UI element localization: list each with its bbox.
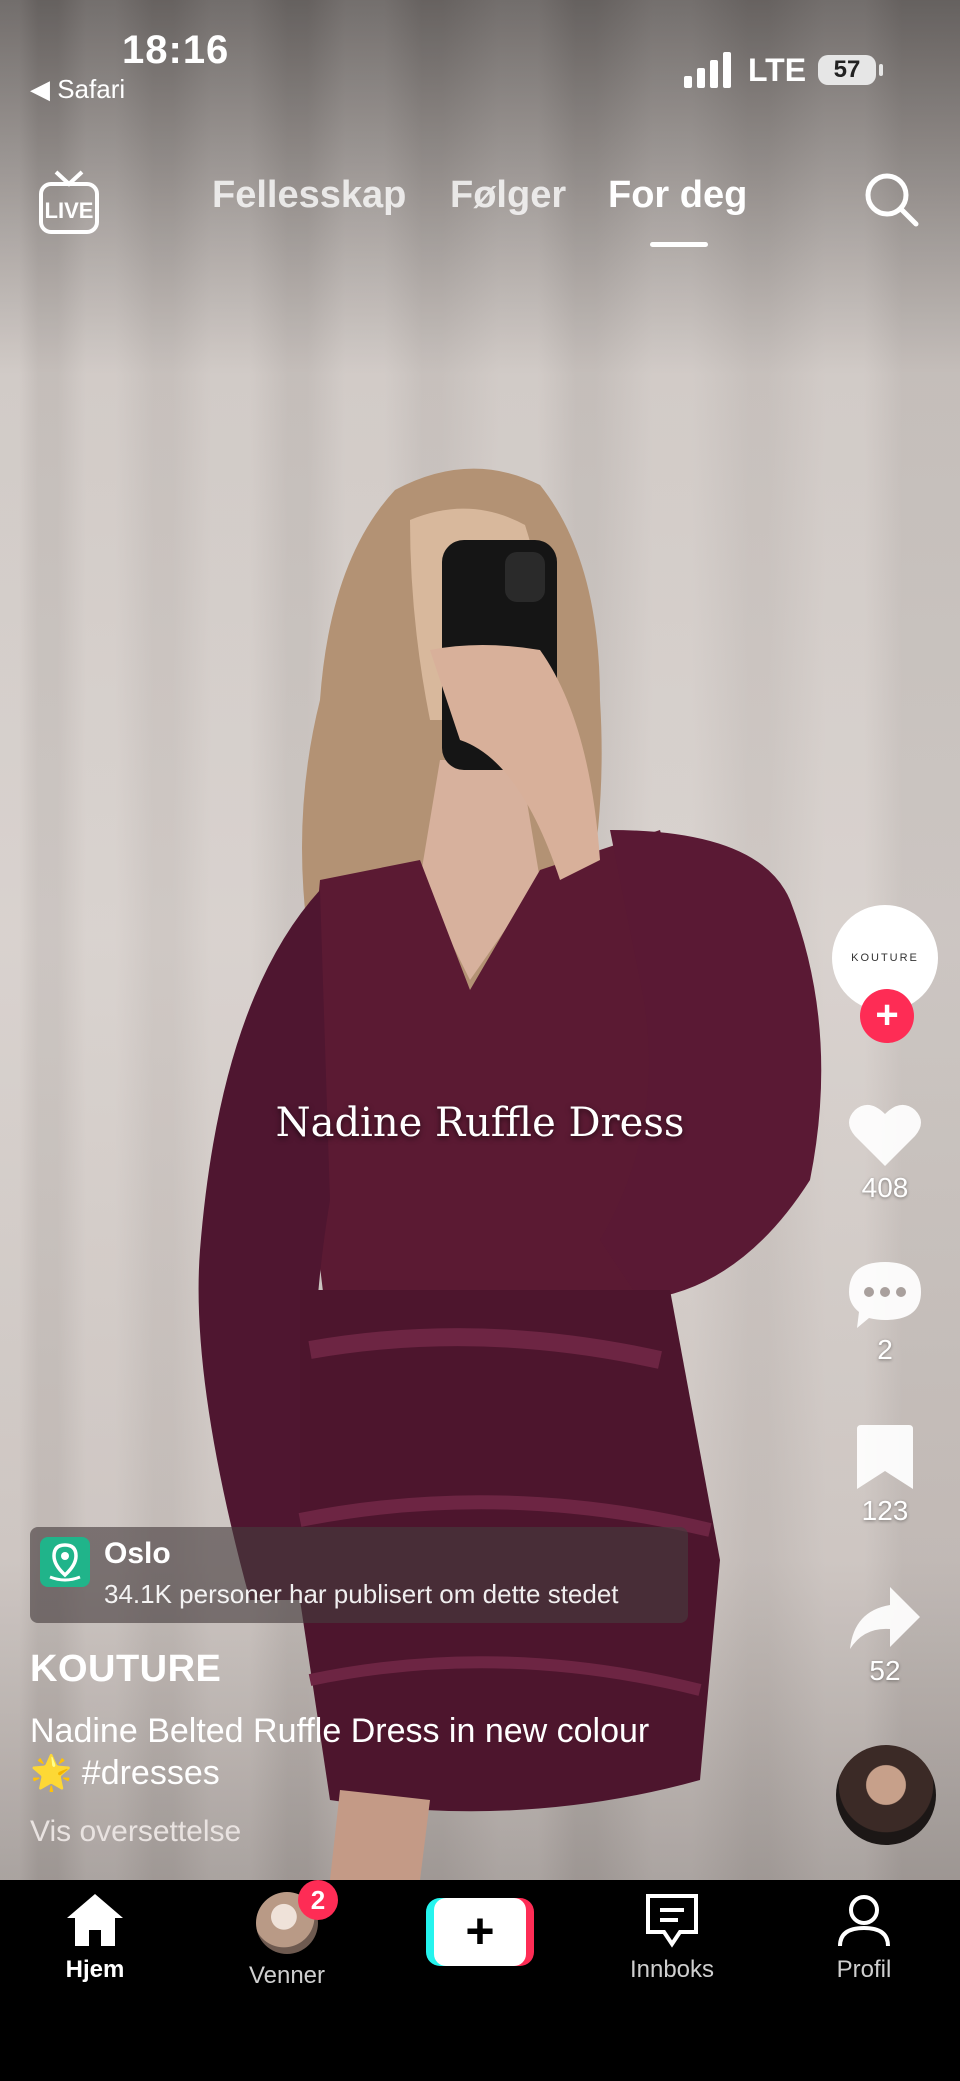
profile-icon [838,1895,890,1947]
active-tab-indicator [650,242,708,247]
friends-notification-badge: 2 [298,1880,338,1920]
nav-inbox[interactable]: Innboks [597,1880,747,1984]
top-navigation: LIVE Fellesskap Følger For deg [0,160,960,260]
nav-home-label: Hjem [65,1956,125,1983]
friends-avatar: 2 [256,1880,338,1954]
like-count: 408 [861,1172,909,1203]
share-button[interactable]: 52 [830,1585,940,1687]
comment-button[interactable]: 2 [830,1260,940,1366]
live-tv-icon[interactable]: LIVE [38,170,100,238]
search-icon[interactable] [862,170,922,230]
create-plus: + [434,1898,526,1966]
music-disc-avatar[interactable] [836,1745,936,1845]
translate-link[interactable]: Vis oversettelse [30,1815,241,1849]
create-button[interactable]: + [426,1898,534,1966]
svg-text:LIVE: LIVE [45,198,94,223]
tab-folger[interactable]: Følger [450,174,566,217]
location-tag[interactable]: Oslo 34.1K personer har publisert om det… [30,1527,688,1623]
status-time: 18:16 [122,28,230,72]
share-count: 52 [869,1655,901,1686]
follow-button[interactable]: + [860,989,914,1043]
inbox-icon [646,1894,698,1948]
like-button[interactable]: 408 [830,1100,940,1204]
comment-count: 2 [877,1334,893,1365]
back-to-safari[interactable]: ◀ Safari [30,74,125,105]
location-title: Oslo [104,1537,171,1570]
tab-for-deg[interactable]: For deg [608,174,747,217]
save-button[interactable]: 123 [830,1425,940,1527]
network-type: LTE [748,52,807,88]
nav-profile-label: Profil [836,1956,892,1983]
nav-friends[interactable]: 2 Venner [212,1880,362,1990]
nav-profile[interactable]: Profil [789,1880,939,1984]
post-caption[interactable]: Nadine Belted Ruffle Dress in new colour… [30,1710,750,1794]
save-count: 123 [861,1495,909,1526]
home-icon [67,1894,123,1946]
nav-home[interactable]: Hjem [20,1880,170,1984]
bottom-navigation: Hjem 2 Venner + Innboks Profil [0,1880,960,2081]
bookmark-icon [857,1425,913,1489]
tiktok-feed-screen[interactable]: 18:16 ◀ Safari LTE 57 LIVE Fellesskap Fø… [0,0,960,2081]
tab-fellesskap[interactable]: Fellesskap [212,174,406,217]
location-subtitle: 34.1K personer har publisert om dette st… [104,1579,619,1609]
caption-line-1: Nadine Belted Ruffle Dress in new colour [30,1712,650,1750]
status-bar: 18:16 ◀ Safari LTE 57 [0,0,960,110]
nav-friends-label: Venner [248,1962,326,1989]
location-pin-icon [40,1537,90,1587]
battery-indicator: 57 [818,55,883,85]
caption-line-2: 🌟 #dresses [30,1754,220,1792]
signal-icon [684,52,731,88]
video-text-overlay: Nadine Ruffle Dress [275,1100,685,1146]
comment-icon [849,1262,921,1328]
heart-icon [849,1104,921,1166]
nav-inbox-label: Innboks [629,1956,715,1983]
author-name[interactable]: KOUTURE [30,1648,221,1691]
share-icon [850,1587,920,1649]
